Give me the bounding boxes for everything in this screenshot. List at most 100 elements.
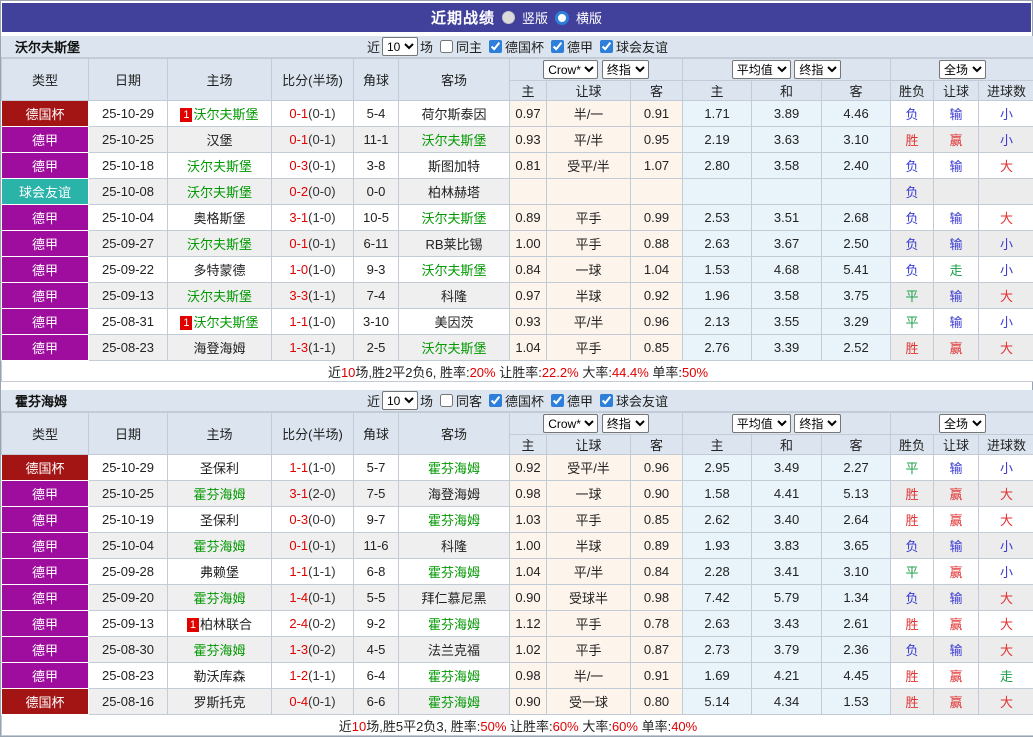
result-wdl-cell: 胜 xyxy=(891,481,934,507)
odds-home-cell: 0.92 xyxy=(510,455,547,481)
match-type-cell: 德甲 xyxy=(2,205,89,231)
competition-checkbox-cup[interactable] xyxy=(489,394,502,407)
competition-label-league: 德甲 xyxy=(567,391,593,410)
odds-stage-select[interactable]: 终指 xyxy=(602,60,649,79)
home-team-cell: 1沃尔夫斯堡 xyxy=(168,309,272,335)
col-avg-draw: 和 xyxy=(752,81,822,101)
match-count-select[interactable]: 10 xyxy=(382,391,418,410)
same-venue-checkbox[interactable] xyxy=(440,40,453,53)
odds-line-cell: 平手 xyxy=(547,611,631,637)
fulltime-score: 1-3 xyxy=(289,340,308,355)
result-goals-cell: 大 xyxy=(979,153,1033,179)
match-date-cell: 25-08-31 xyxy=(89,309,168,335)
avg-draw-cell: 3.58 xyxy=(752,283,822,309)
col-home: 主场 xyxy=(168,413,272,455)
match-date-cell: 25-10-25 xyxy=(89,127,168,153)
away-team-name: 沃尔夫斯堡 xyxy=(421,211,486,226)
halftime-score: (1-0) xyxy=(308,210,335,225)
odds-line-cell: 半球 xyxy=(547,283,631,309)
scope-select[interactable]: 全场 xyxy=(939,414,986,433)
odds-company-select[interactable]: Crow* xyxy=(543,414,598,433)
result-handicap-cell: 赢 xyxy=(934,689,979,715)
avg-select-group: 平均值 终指 xyxy=(683,413,891,435)
avg-draw-cell: 3.43 xyxy=(752,611,822,637)
match-row: 德甲25-10-04奥格斯堡3-1(1-0)10-5沃尔夫斯堡0.89平手0.9… xyxy=(2,205,1033,231)
avg-home-cell: 2.19 xyxy=(683,127,752,153)
competition-checkbox-league[interactable] xyxy=(551,40,564,53)
match-row: 德甲25-08-311沃尔夫斯堡1-1(1-0)3-10美因茨0.93平/半0.… xyxy=(2,309,1033,335)
odds-away-cell: 0.84 xyxy=(631,559,683,585)
same-venue-checkbox[interactable] xyxy=(440,394,453,407)
result-wdl-cell: 胜 xyxy=(891,335,934,361)
odds-select-group: Crow* 终指 xyxy=(510,59,683,81)
col-result-handicap: 让球 xyxy=(934,81,979,101)
score-cell: 1-4(0-1) xyxy=(272,585,354,611)
halftime-score: (1-1) xyxy=(308,340,335,355)
avg-home-cell: 7.42 xyxy=(683,585,752,611)
horizontal-radio[interactable] xyxy=(555,11,569,25)
corners-cell: 5-5 xyxy=(354,585,399,611)
col-score: 比分(半场) xyxy=(272,59,354,101)
match-type-cell: 德甲 xyxy=(2,283,89,309)
summary-segment: 22.2% xyxy=(542,365,579,380)
odds-away-cell: 0.96 xyxy=(631,455,683,481)
odds-home-cell: 0.90 xyxy=(510,689,547,715)
horizontal-radio-label[interactable]: 横版 xyxy=(576,8,602,27)
result-goals-cell: 大 xyxy=(979,507,1033,533)
result-goals-cell: 大 xyxy=(979,283,1033,309)
odds-line-cell: 半/一 xyxy=(547,101,631,127)
vertical-radio-label[interactable]: 竖版 xyxy=(522,8,548,27)
col-odds-line: 让球 xyxy=(547,435,631,455)
odds-home-cell: 0.93 xyxy=(510,127,547,153)
odds-company-select[interactable]: Crow* xyxy=(543,60,598,79)
summary-segment: 大率: xyxy=(579,719,612,734)
team-name: 霍芬海姆 xyxy=(15,391,67,410)
away-team-cell: 霍芬海姆 xyxy=(399,663,510,689)
odds-home-cell: 1.03 xyxy=(510,507,547,533)
competition-checkbox-cup[interactable] xyxy=(489,40,502,53)
result-wdl-cell: 平 xyxy=(891,309,934,335)
avg-type-select[interactable]: 平均值 xyxy=(732,60,791,79)
avg-stage-select[interactable]: 终指 xyxy=(794,60,841,79)
competition-checkbox-league[interactable] xyxy=(551,394,564,407)
match-row: 德甲25-09-27沃尔夫斯堡0-1(0-1)6-11RB莱比锡1.00平手0.… xyxy=(2,231,1033,257)
home-team-cell: 1柏林联合 xyxy=(168,611,272,637)
col-date: 日期 xyxy=(89,413,168,455)
odds-line-cell: 平/半 xyxy=(547,127,631,153)
col-odds-home: 主 xyxy=(510,435,547,455)
away-team-cell: 斯图加特 xyxy=(399,153,510,179)
match-type-cell: 球会友谊 xyxy=(2,179,89,205)
away-team-name: 科隆 xyxy=(441,289,467,304)
avg-away-cell: 2.61 xyxy=(822,611,891,637)
avg-draw-cell: 4.68 xyxy=(752,257,822,283)
col-avg-home: 主 xyxy=(683,435,752,455)
result-goals-cell: 大 xyxy=(979,335,1033,361)
avg-stage-select[interactable]: 终指 xyxy=(794,414,841,433)
odds-away-cell: 0.91 xyxy=(631,663,683,689)
avg-type-select[interactable]: 平均值 xyxy=(732,414,791,433)
title-bar: 近期战绩 竖版 横版 xyxy=(2,3,1031,32)
match-count-select[interactable]: 10 xyxy=(382,37,418,56)
vertical-radio[interactable] xyxy=(502,11,515,24)
match-date-cell: 25-10-18 xyxy=(89,153,168,179)
scope-select[interactable]: 全场 xyxy=(939,60,986,79)
match-row: 德甲25-08-23勒沃库森1-2(1-1)6-4霍芬海姆0.98半/一0.91… xyxy=(2,663,1033,689)
result-handicap-cell: 输 xyxy=(934,533,979,559)
halftime-score: (0-0) xyxy=(308,512,335,527)
match-row: 德甲25-08-30霍芬海姆1-3(0-2)4-5法兰克福1.02平手0.872… xyxy=(2,637,1033,663)
home-team-name: 弗赖堡 xyxy=(200,565,239,580)
halftime-score: (0-1) xyxy=(308,694,335,709)
score-cell: 1-1(1-0) xyxy=(272,309,354,335)
home-team-name: 霍芬海姆 xyxy=(193,487,245,502)
score-cell: 0-2(0-0) xyxy=(272,179,354,205)
home-team-cell: 海登海姆 xyxy=(168,335,272,361)
halftime-score: (1-1) xyxy=(308,668,335,683)
corners-cell: 11-1 xyxy=(354,127,399,153)
away-team-name: 霍芬海姆 xyxy=(428,565,480,580)
avg-away-cell: 2.64 xyxy=(822,507,891,533)
competition-checkbox-friendly[interactable] xyxy=(600,394,613,407)
competition-checkbox-friendly[interactable] xyxy=(600,40,613,53)
halftime-score: (0-1) xyxy=(308,236,335,251)
avg-away-cell: 3.10 xyxy=(822,559,891,585)
odds-stage-select[interactable]: 终指 xyxy=(602,414,649,433)
